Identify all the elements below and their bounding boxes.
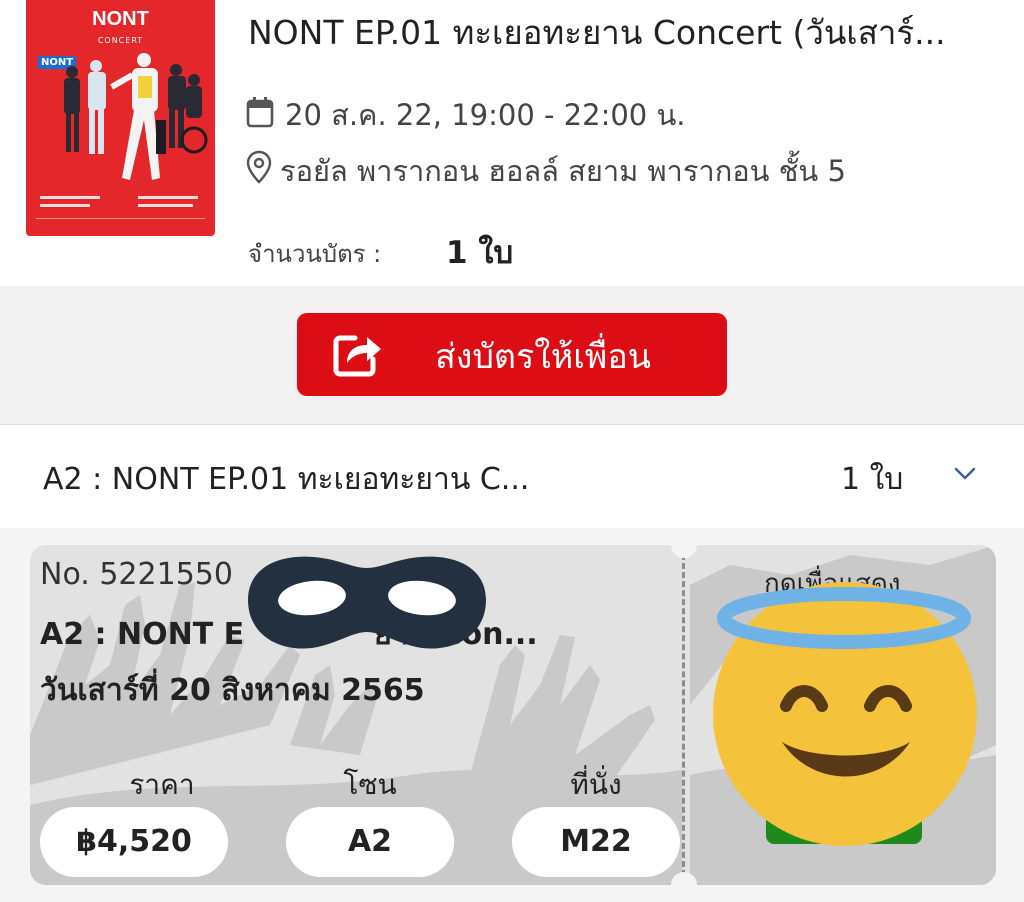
- zone-value: A2: [286, 807, 454, 877]
- poster-footer: [36, 218, 205, 229]
- event-date-time: 20 ส.ค. 22, 19:00 - 22:00 น.: [285, 98, 686, 132]
- event-venue: รอยัล พารากอน ฮอลล์ สยาม พารากอน ชั้น 5: [280, 154, 846, 188]
- quantity-value: 1 ใบ: [446, 235, 514, 271]
- ticket-title-start: A2 : NONT E: [40, 617, 245, 652]
- send-ticket-label: ส่งบัตรให้เพื่อน: [435, 337, 651, 377]
- send-ticket-button[interactable]: ส่งบัตรให้เพื่อน: [297, 313, 727, 396]
- quantity-label: จำนวนบัตร :: [248, 240, 382, 268]
- seat-label: ที่นั่ง: [570, 768, 622, 801]
- price-value: ฿4,520: [40, 807, 228, 877]
- share-icon: [333, 335, 381, 377]
- ticket-section-header[interactable]: A2 : NONT EP.01 ทะเยอทะยาน C... 1 ใบ: [0, 424, 1024, 531]
- ticket-section-title: A2 : NONT EP.01 ทะเยอทะยาน C...: [43, 462, 530, 497]
- ticket-section-count: 1 ใบ: [841, 462, 904, 497]
- event-poster: NONT CONCERT NONT: [26, 0, 215, 236]
- calendar-icon: [246, 97, 274, 128]
- ticket-date: วันเสาร์ที่ 20 สิงหาคม 2565: [40, 673, 425, 708]
- event-title: NONT EP.01 ทะเยอทะยาน Concert (วันเสาร์.…: [248, 13, 946, 52]
- poster-artwork: [40, 53, 208, 207]
- ticket-number: No. 5221550: [40, 557, 233, 592]
- ticket-perforation: [682, 545, 685, 885]
- mask-emoji-icon: [248, 556, 486, 649]
- smiling-face-with-halo-icon: [713, 582, 977, 846]
- event-card: NONT CONCERT NONT NONT EP.01 ทะเยอทะยาน …: [0, 0, 1024, 286]
- price-label: ราคา: [129, 768, 195, 801]
- chevron-down-icon[interactable]: [953, 465, 977, 481]
- seat-value: M22: [512, 807, 680, 877]
- location-pin-icon: [246, 150, 272, 184]
- zone-label: โซน: [343, 768, 397, 801]
